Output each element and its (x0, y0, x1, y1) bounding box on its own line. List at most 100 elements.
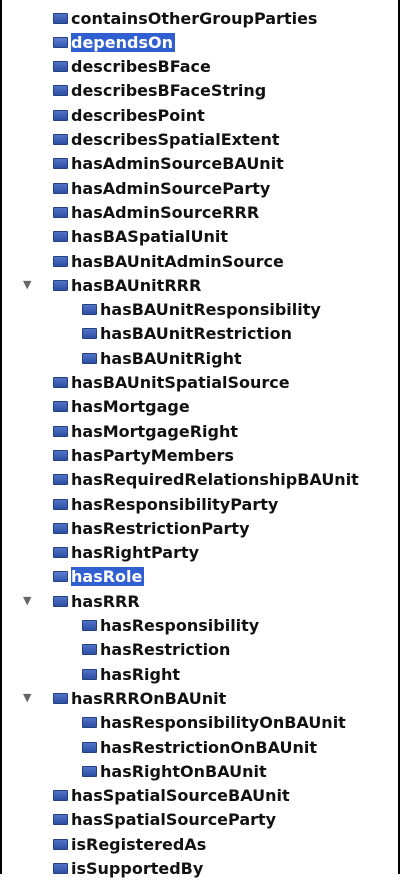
tree-item[interactable]: hasRestrictionParty (53, 516, 252, 540)
tree-item-label: hasRestriction (100, 640, 231, 660)
tree-item[interactable]: hasAdminSourceRRR (53, 200, 261, 224)
property-icon (53, 863, 68, 874)
tree-item-label: hasBAUnitSpatialSource (71, 373, 290, 392)
tree-item-label: hasBASpatialUnit (71, 227, 228, 247)
property-icon (53, 61, 68, 73)
property-icon (53, 571, 68, 583)
tree-item[interactable]: hasResponsibility (82, 614, 261, 638)
tree-item-label: hasRightOnBAUnit (100, 761, 267, 781)
tree-item-label: hasBAUnitResponsibility (100, 300, 321, 320)
tree-item-label: isRegisteredAs (71, 834, 207, 854)
property-icon (53, 449, 68, 461)
tree-item-label: hasRestrictionOnBAUnit (100, 737, 318, 757)
tree-item-label: hasSpatialSourceBAUnit (71, 786, 290, 806)
property-icon (53, 790, 68, 802)
tree-item-label: hasPartyMembers (71, 445, 234, 465)
tree-item-label: hasMortgage (71, 397, 190, 417)
property-icon (82, 644, 97, 656)
tree-item-label: hasBAUnitRestriction (100, 324, 293, 344)
property-icon (53, 692, 68, 704)
tree-item[interactable]: hasAdminSourceBAUnit (53, 152, 286, 176)
tree-item[interactable]: hasBAUnitAdminSource (53, 249, 286, 273)
tree-item[interactable]: hasBAUnitRestriction (82, 322, 294, 346)
tree-item[interactable]: hasBAUnitResponsibility (82, 298, 323, 322)
expand-triangle-icon[interactable]: ▼ (23, 692, 35, 704)
tree-item[interactable]: hasRightOnBAUnit (82, 759, 269, 783)
tree-item[interactable]: isRegisteredAs (53, 832, 208, 856)
property-icon (53, 279, 68, 291)
tree-item[interactable]: hasMortgage (53, 395, 192, 419)
property-icon (82, 741, 97, 753)
tree-item[interactable]: hasBAUnitRight (82, 346, 244, 370)
tree-item[interactable]: ▼ hasRRROnBAUnit (23, 686, 228, 710)
property-icon (82, 352, 97, 364)
tree-item[interactable]: describesSpatialExtent (53, 128, 282, 152)
tree-item-label: describesSpatialExtent (71, 130, 280, 149)
tree-item[interactable]: hasResponsibilityOnBAUnit (82, 711, 348, 735)
property-icon (53, 814, 68, 826)
property-icon (53, 547, 68, 559)
tree-item[interactable]: hasRightParty (53, 541, 201, 565)
tree-item[interactable]: hasRestrictionOnBAUnit (82, 735, 319, 759)
property-icon (82, 620, 97, 631)
property-icon (53, 12, 68, 24)
tree-item-label: hasAdminSourceRRR (71, 202, 260, 222)
tree-item-label: hasBAUnitRRR (71, 275, 202, 295)
tree-item[interactable]: hasSpatialSourceBAUnit (53, 784, 292, 808)
tree-item[interactable]: isSupportedBy (53, 857, 205, 881)
expand-triangle-icon[interactable]: ▼ (23, 279, 35, 291)
property-icon (53, 206, 68, 218)
property-icon (53, 255, 68, 267)
tree-item[interactable]: describesBFaceString (53, 79, 268, 103)
property-icon (53, 231, 68, 243)
tree-item-label: hasRRR (71, 591, 140, 611)
tree-item[interactable]: hasResponsibilityParty (53, 492, 280, 516)
property-icon (53, 109, 68, 121)
property-icon (53, 474, 68, 486)
tree-item[interactable]: dependsOn (53, 30, 175, 54)
tree-item-label: hasRole (71, 567, 145, 587)
tree-item-label: describesBFaceString (71, 81, 267, 101)
property-icon (82, 717, 97, 729)
tree-item-label: hasSpatialSourceParty (71, 810, 277, 830)
tree-item[interactable]: hasMortgageRight (53, 419, 240, 443)
property-icon (53, 595, 68, 607)
tree-item[interactable]: hasSpatialSourceParty (53, 808, 278, 832)
tree-item-label: hasRequiredRelationshipBAUnit (71, 470, 359, 490)
property-icon (82, 765, 97, 777)
tree-item-label: hasResponsibility (100, 616, 260, 635)
property-icon (82, 328, 97, 340)
property-tree[interactable]: containsOtherGroupParties dependsOn descri… (0, 0, 400, 878)
tree-item-label: hasResponsibilityOnBAUnit (100, 713, 346, 733)
tree-item[interactable]: hasBAUnitSpatialSource (53, 371, 292, 395)
property-icon (53, 425, 68, 437)
tree-item[interactable]: describesPoint (53, 103, 207, 127)
tree-item[interactable]: ▼ hasRRR (23, 589, 142, 613)
tree-item[interactable]: hasPartyMembers (53, 443, 236, 467)
tree-item[interactable]: hasRestriction (82, 638, 232, 662)
property-icon (53, 498, 68, 510)
property-icon (53, 401, 68, 413)
tree-item-label: hasBAUnitAdminSource (71, 251, 284, 271)
tree-item[interactable]: describesBFace (53, 55, 213, 79)
tree-item[interactable]: hasAdminSourceParty (53, 176, 272, 200)
property-icon (82, 304, 97, 316)
tree-item[interactable]: hasRole (53, 565, 145, 589)
property-icon (53, 134, 68, 145)
tree-item[interactable]: hasBASpatialUnit (53, 225, 230, 249)
property-icon (53, 85, 68, 97)
tree-item-label: dependsOn (71, 32, 175, 52)
tree-item-label: hasAdminSourceBAUnit (71, 154, 284, 174)
tree-item[interactable]: ▼ hasBAUnitRRR (23, 273, 203, 297)
property-icon (82, 668, 97, 680)
property-icon (53, 522, 68, 534)
tree-item-label: isSupportedBy (71, 859, 204, 878)
tree-item-label: describesPoint (71, 105, 205, 125)
tree-item[interactable]: hasRequiredRelationshipBAUnit (53, 468, 361, 492)
tree-item[interactable]: containsOtherGroupParties (53, 6, 319, 30)
tree-item-label: hasRight (100, 664, 181, 684)
tree-item-label: hasAdminSourceParty (71, 178, 271, 198)
expand-triangle-icon[interactable]: ▼ (23, 595, 35, 607)
tree-item-label: hasRestrictionParty (71, 518, 250, 538)
tree-item[interactable]: hasRight (82, 662, 182, 686)
